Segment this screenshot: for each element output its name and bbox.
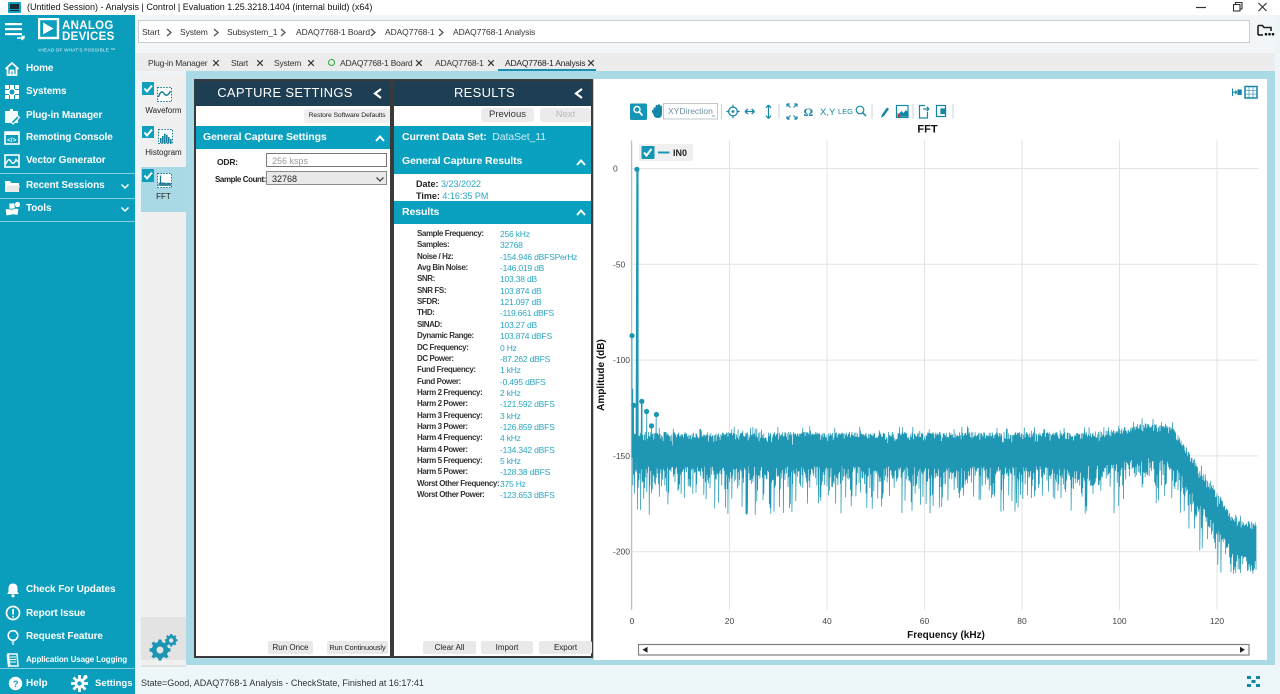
svg-text:-200: -200 [613,547,630,557]
svg-text:40: 40 [822,616,832,626]
svg-text:60: 60 [920,616,930,626]
svg-text:120: 120 [1210,616,1224,626]
svg-text:80: 80 [1017,616,1027,626]
svg-text:0: 0 [630,616,635,626]
svg-text:100: 100 [1112,616,1126,626]
svg-text:Frequency (kHz): Frequency (kHz) [907,630,985,641]
svg-text:XYDirection: XYDirection [668,106,713,116]
svg-text:IN0: IN0 [673,148,687,158]
svg-text:20: 20 [725,616,735,626]
svg-text:AHEAD OF WHAT'S POSSIBLE ™: AHEAD OF WHAT'S POSSIBLE ™ [38,48,116,53]
svg-text:</>: </> [7,137,17,144]
svg-text:-50: -50 [613,259,626,269]
svg-text:0: 0 [613,164,618,174]
svg-text:Amplitude (dB): Amplitude (dB) [596,339,607,411]
svg-text:FFT: FFT [917,124,937,136]
svg-text:-100: -100 [613,355,630,365]
svg-text:DEVICES: DEVICES [62,31,115,43]
svg-text:Ω: Ω [804,105,814,119]
svg-text:?: ? [13,679,19,690]
svg-text:-150: -150 [613,451,630,461]
svg-text:LEG: LEG [838,107,853,116]
svg-text:X,Y: X,Y [820,107,836,118]
